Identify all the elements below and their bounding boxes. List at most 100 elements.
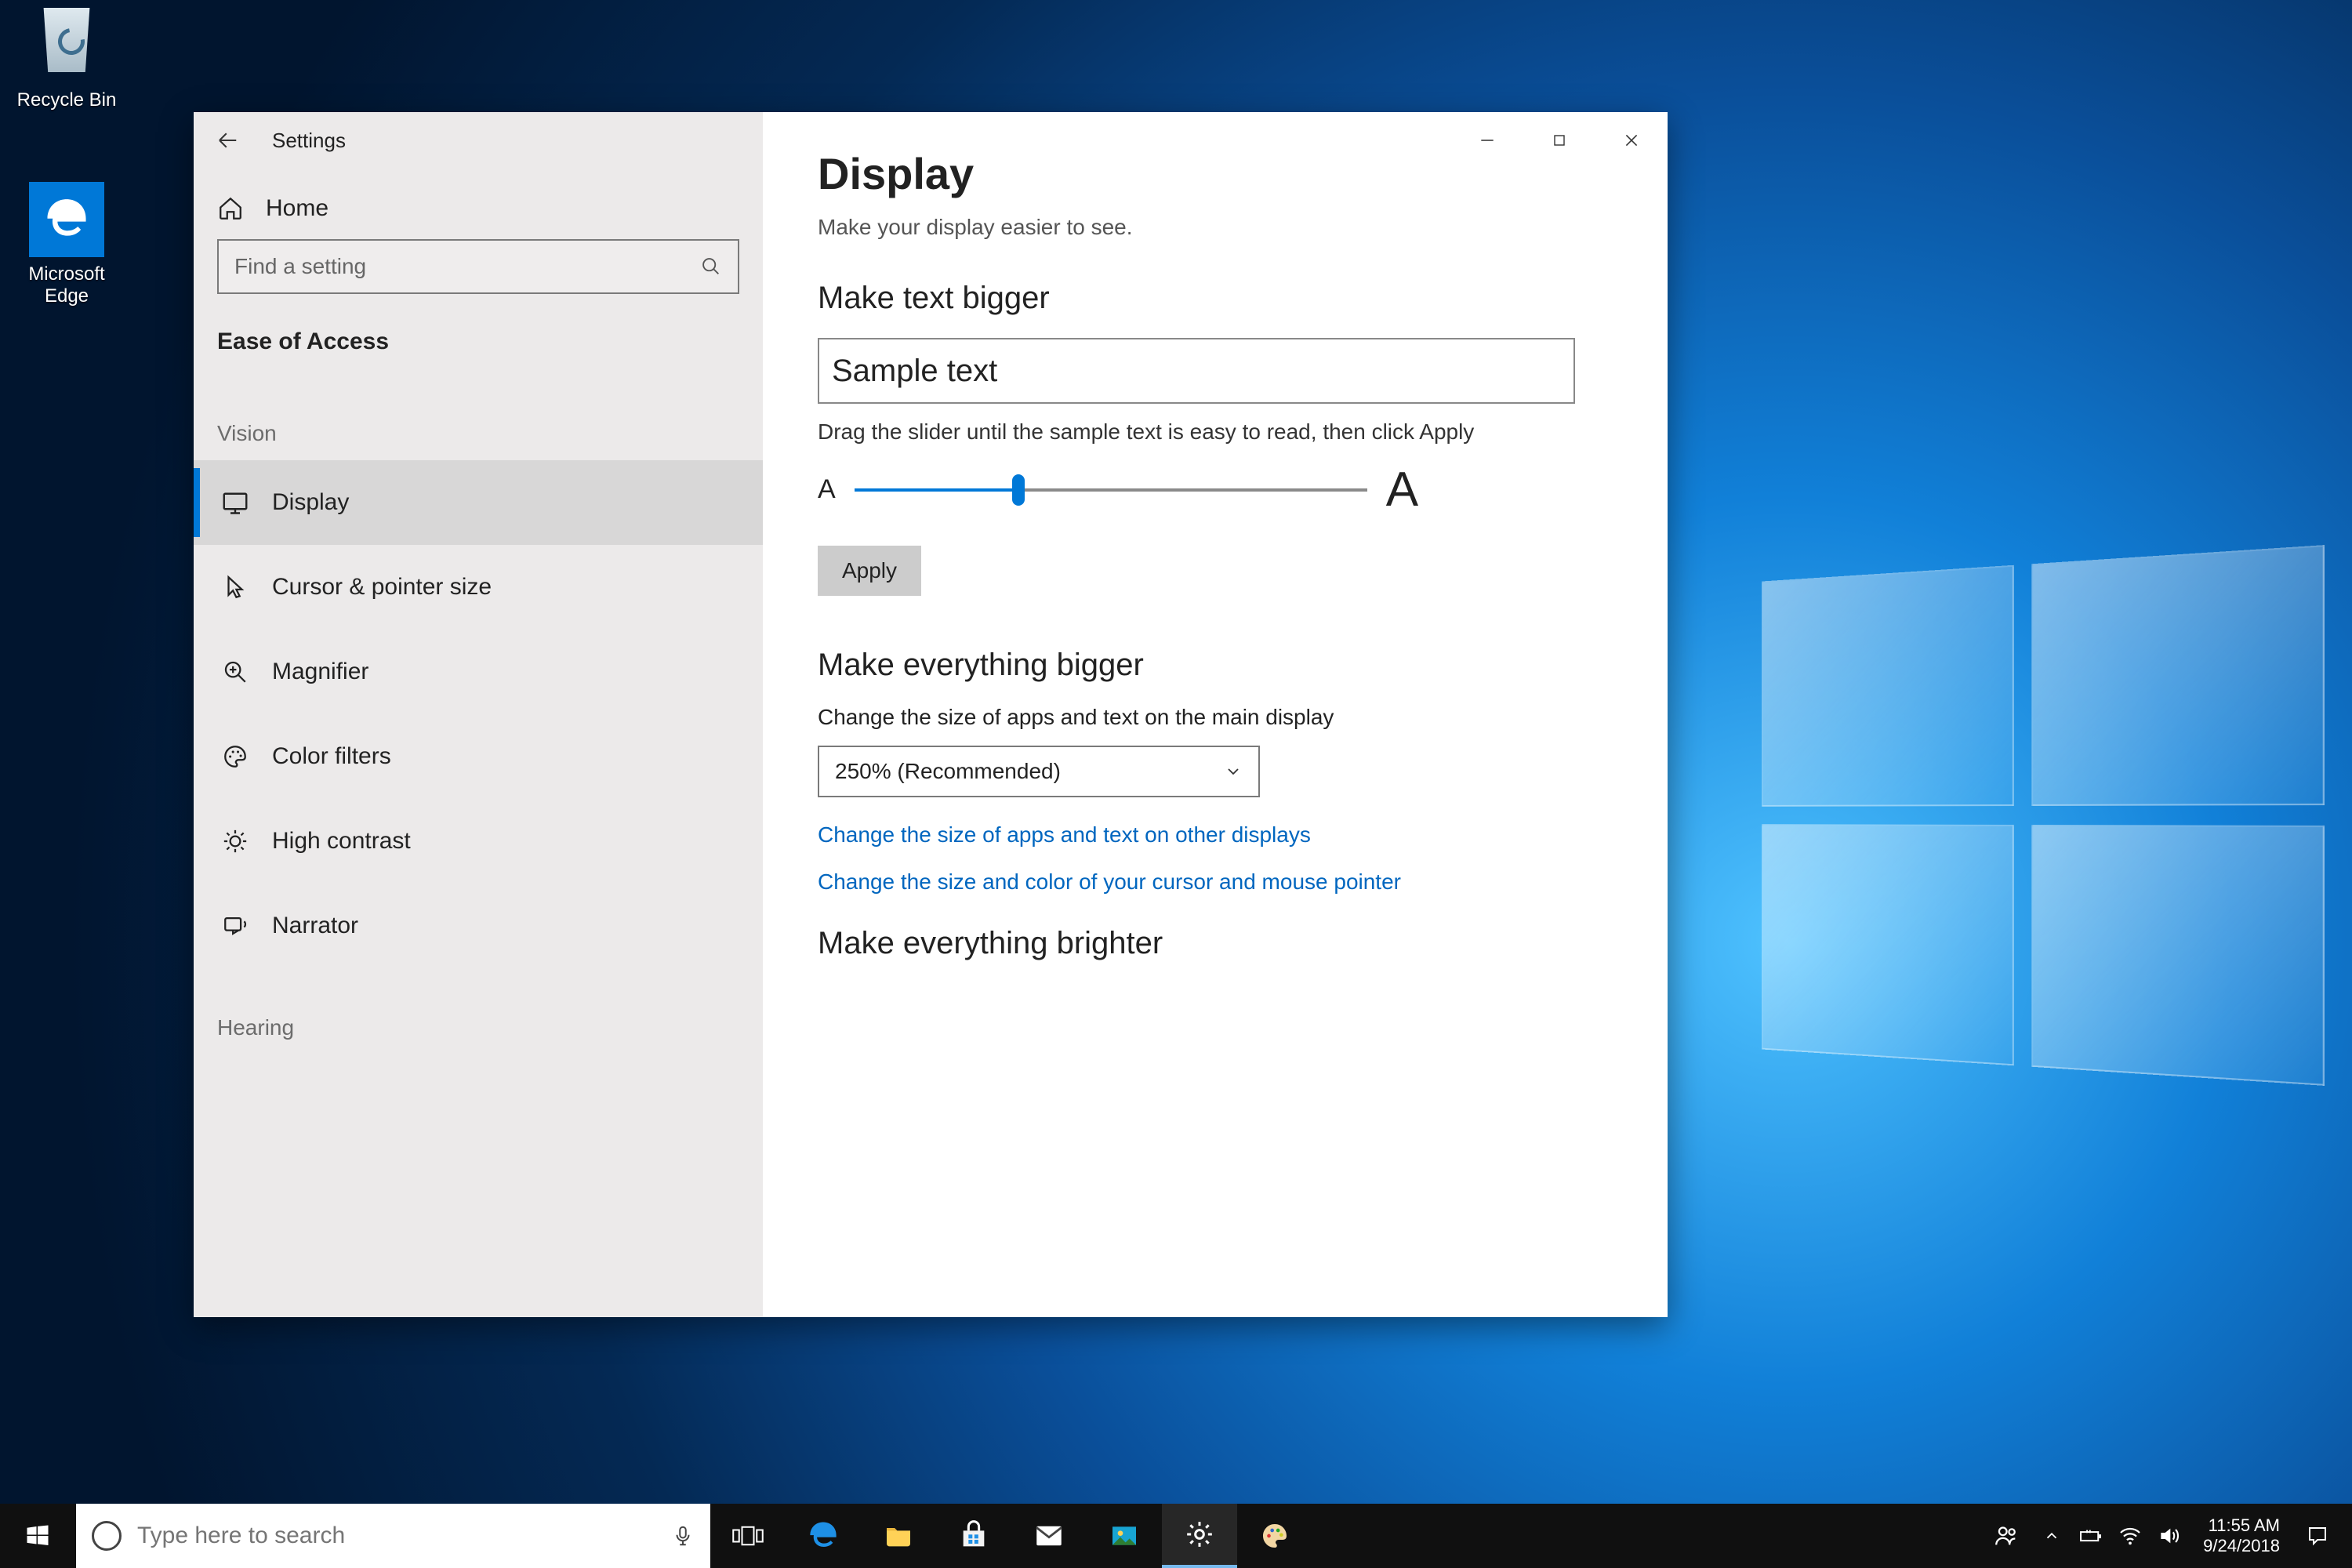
task-view-button[interactable] (710, 1504, 786, 1568)
people-icon (1993, 1523, 2020, 1549)
sidebar-search[interactable]: Find a setting (217, 239, 739, 294)
chevron-up-icon (2043, 1527, 2060, 1544)
back-button[interactable] (211, 124, 244, 157)
desktop-icon-label: Microsoft Edge (8, 263, 125, 307)
palette-icon (220, 742, 250, 771)
titlebar-left: Settings (194, 112, 763, 169)
slider-min-icon: A (818, 474, 836, 505)
slider-max-icon: A (1386, 462, 1418, 517)
page-subtitle: Make your display easier to see. (818, 215, 1613, 240)
tray-time: 11:55 AM (2209, 1515, 2280, 1536)
taskbar-app-mail[interactable] (1011, 1504, 1087, 1568)
sample-text: Sample text (832, 354, 997, 389)
text-size-slider[interactable] (855, 485, 1367, 495)
slider-hint: Drag the slider until the sample text is… (818, 419, 1613, 445)
store-icon (958, 1520, 989, 1552)
windows-logo-icon (24, 1522, 52, 1550)
sidebar-group-vision: Vision (194, 366, 763, 460)
tray-overflow[interactable] (2032, 1527, 2071, 1544)
home-icon (217, 195, 244, 222)
sample-text-box: Sample text (818, 338, 1575, 404)
taskbar-app-settings[interactable] (1162, 1504, 1237, 1568)
taskbar-app-store[interactable] (936, 1504, 1011, 1568)
nav-high-contrast[interactable]: High contrast (194, 799, 763, 884)
tray-date: 9/24/2018 (2203, 1536, 2280, 1556)
link-other-displays[interactable]: Change the size of apps and text on othe… (818, 822, 1613, 848)
scale-dropdown[interactable]: 250% (Recommended) (818, 746, 1260, 797)
section-make-everything-brighter: Make everything brighter (818, 926, 1613, 961)
nav-label: Color filters (272, 743, 391, 770)
minimize-icon (1479, 132, 1496, 149)
sidebar-category: Ease of Access (194, 313, 763, 366)
sidebar-group-hearing: Hearing (194, 968, 763, 1054)
nav-magnifier[interactable]: Magnifier (194, 630, 763, 714)
taskbar-pinned-apps (786, 1504, 1312, 1568)
tray-wifi[interactable] (2111, 1523, 2150, 1548)
tray-clock[interactable]: 11:55 AM 9/24/2018 (2189, 1515, 2294, 1556)
edge-icon (29, 182, 104, 257)
window-title: Settings (272, 129, 346, 153)
section-make-text-bigger: Make text bigger (818, 281, 1613, 316)
maximize-button[interactable] (1523, 112, 1595, 169)
tray-battery[interactable] (2071, 1523, 2111, 1548)
text-size-slider-row: A A (818, 462, 1613, 517)
window-caption-buttons (1451, 112, 1668, 169)
search-placeholder: Find a setting (234, 254, 366, 279)
recycle-bin-icon (29, 8, 104, 83)
nav-label: Magnifier (272, 659, 368, 685)
volume-icon (2157, 1523, 2182, 1548)
nav-label: High contrast (272, 828, 411, 855)
section-make-everything-bigger: Make everything bigger (818, 648, 1613, 683)
nav-home[interactable]: Home (194, 169, 763, 239)
taskbar-app-photos[interactable] (1087, 1504, 1162, 1568)
nav-label: Display (272, 489, 349, 516)
nav-home-label: Home (266, 195, 328, 222)
link-cursor-color[interactable]: Change the size and color of your cursor… (818, 869, 1613, 895)
scale-description: Change the size of apps and text on the … (818, 705, 1613, 730)
tray-volume[interactable] (2150, 1523, 2189, 1548)
arrow-left-icon (216, 129, 239, 152)
cortana-icon (92, 1521, 122, 1551)
nav-display[interactable]: Display (194, 460, 763, 545)
taskbar-app-file-explorer[interactable] (861, 1504, 936, 1568)
settings-sidebar: Settings Home Find a setting Ease of Acc… (194, 112, 763, 1317)
close-button[interactable] (1595, 112, 1668, 169)
tray-people[interactable] (1980, 1523, 2032, 1549)
search-icon (700, 256, 722, 278)
taskbar-app-edge[interactable] (786, 1504, 861, 1568)
desktop-icon-edge[interactable]: Microsoft Edge (8, 182, 125, 307)
microphone-icon[interactable] (671, 1524, 695, 1548)
nav-narrator[interactable]: Narrator (194, 884, 763, 968)
wifi-icon (2118, 1523, 2143, 1548)
nav-label: Cursor & pointer size (272, 574, 492, 601)
folder-icon (883, 1520, 914, 1552)
mail-icon (1033, 1519, 1065, 1552)
narrator-icon (220, 911, 250, 941)
desktop-icon-recycle-bin[interactable]: Recycle Bin (8, 3, 125, 111)
nav-label: Narrator (272, 913, 358, 939)
apply-button[interactable]: Apply (818, 546, 921, 596)
taskbar-search-input[interactable] (137, 1523, 655, 1549)
notification-icon (2306, 1524, 2329, 1548)
taskbar: 11:55 AM 9/24/2018 (0, 1504, 2352, 1568)
edge-icon (807, 1519, 840, 1552)
tray-action-center[interactable] (2294, 1524, 2341, 1548)
desktop-icon-label: Recycle Bin (8, 89, 125, 111)
system-tray: 11:55 AM 9/24/2018 (1980, 1504, 2352, 1568)
gear-icon (1184, 1519, 1215, 1550)
task-view-icon (732, 1520, 764, 1552)
settings-content: Display Make your display easier to see.… (763, 112, 1668, 1317)
dropdown-value: 250% (Recommended) (835, 759, 1061, 784)
paint-icon (1259, 1520, 1290, 1552)
taskbar-search[interactable] (75, 1504, 710, 1568)
magnifier-icon (220, 657, 250, 687)
start-button[interactable] (0, 1504, 75, 1568)
cursor-icon (220, 572, 250, 602)
taskbar-app-paint[interactable] (1237, 1504, 1312, 1568)
nav-color-filters[interactable]: Color filters (194, 714, 763, 799)
minimize-button[interactable] (1451, 112, 1523, 169)
nav-cursor-pointer[interactable]: Cursor & pointer size (194, 545, 763, 630)
chevron-down-icon (1224, 762, 1243, 781)
battery-icon (2078, 1523, 2103, 1548)
photos-icon (1109, 1520, 1140, 1552)
